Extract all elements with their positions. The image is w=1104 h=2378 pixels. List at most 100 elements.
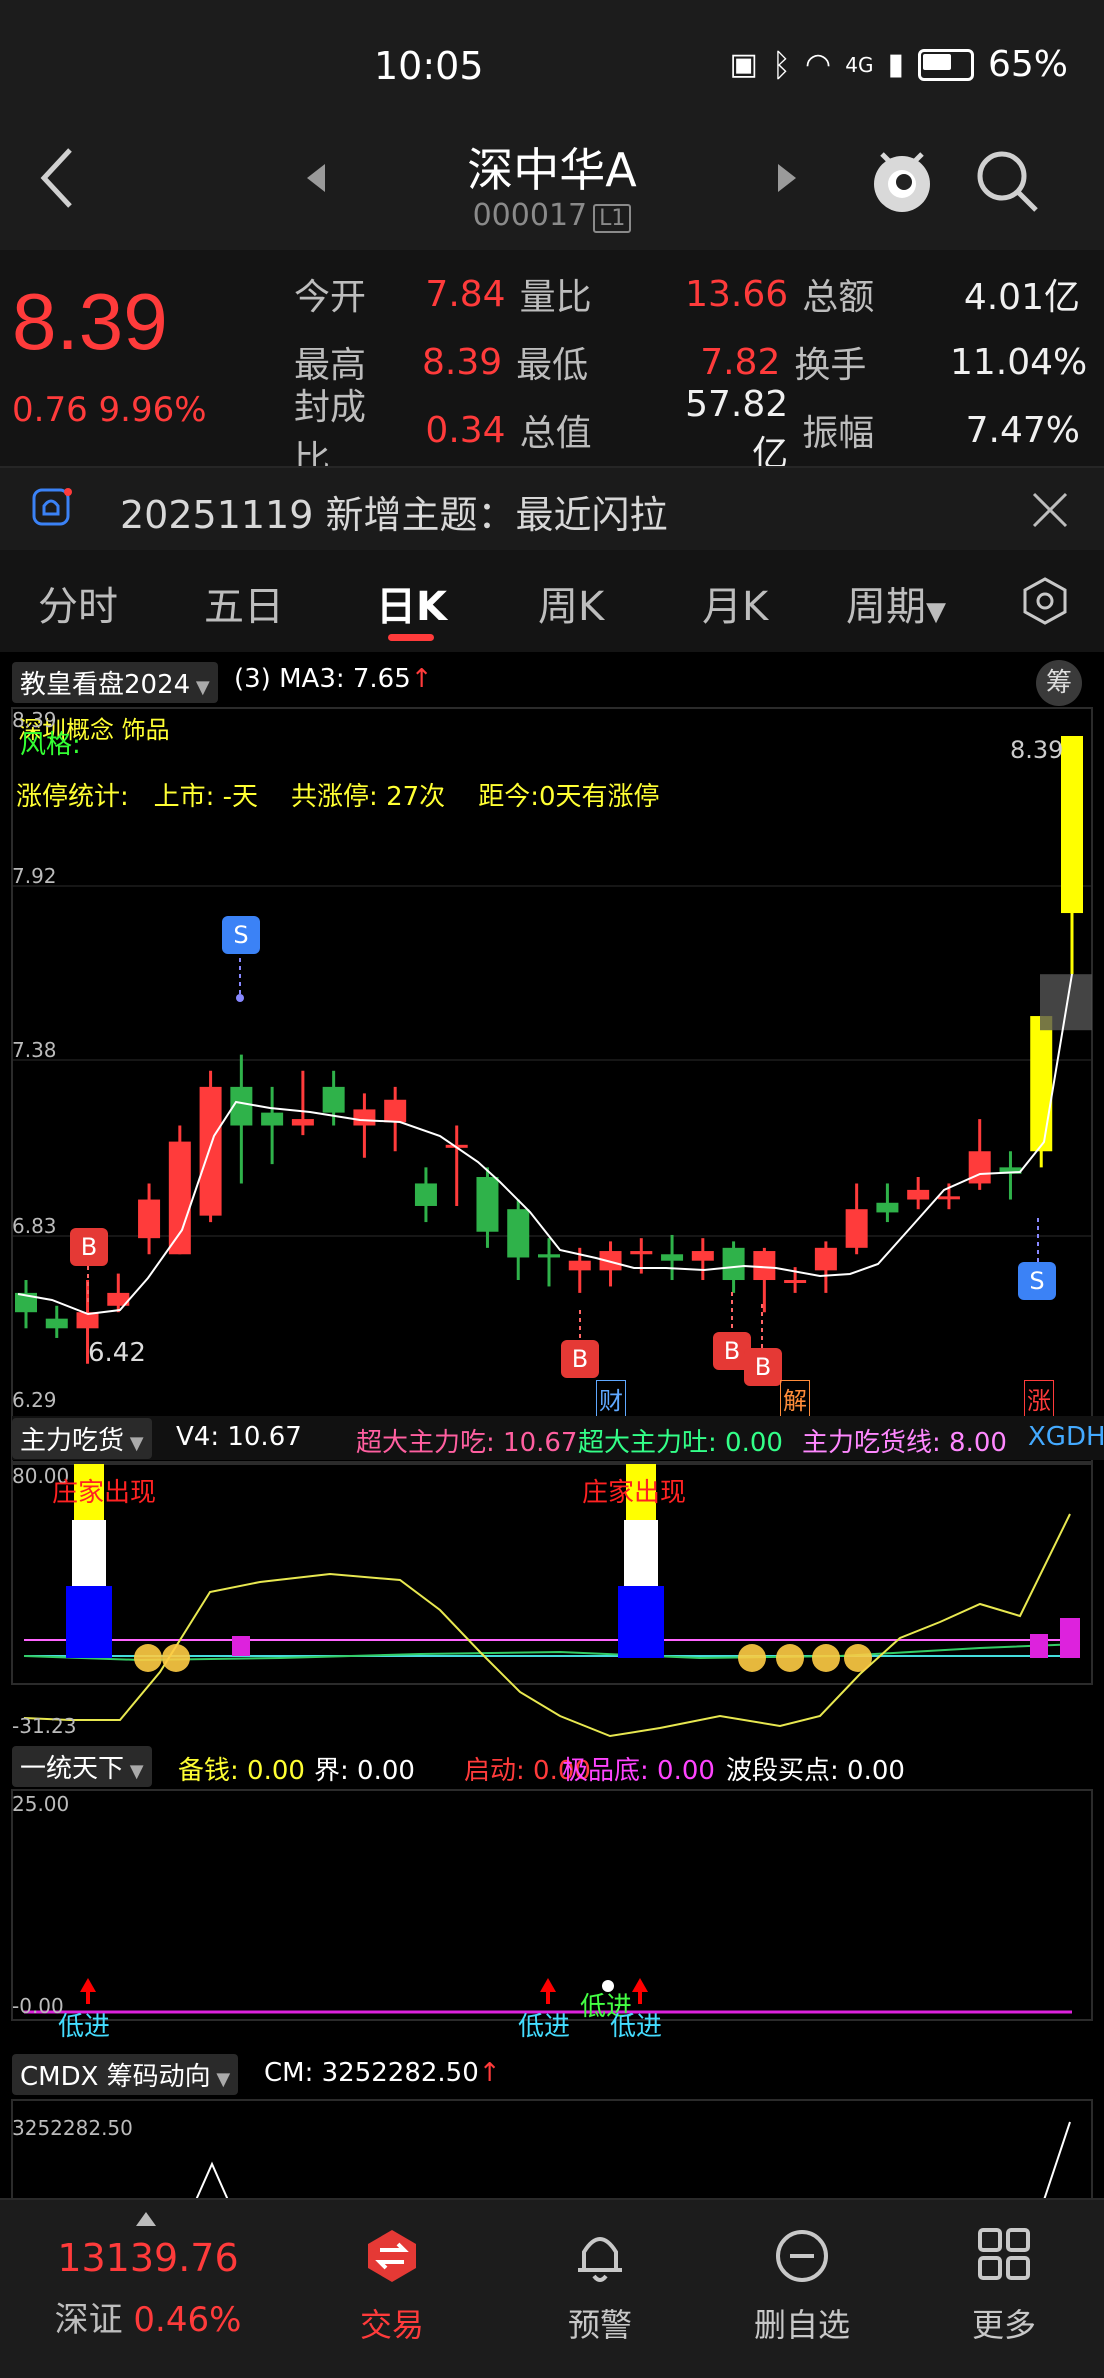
chevron-down-icon: ▼ (210, 2069, 231, 2090)
limit-stats-since: 距今:0天有涨停 (478, 782, 660, 812)
candle-body (291, 1119, 314, 1126)
chevron-up-icon (136, 2212, 156, 2226)
panel4-indicator-label: CMDX 筹码动向 (20, 2062, 211, 2092)
bell-icon (578, 2237, 622, 2282)
remove-watchlist-button[interactable]: 删自选 (722, 2200, 882, 2378)
index-line: 深证 0.46% (0, 2292, 296, 2341)
candle-body (138, 1199, 161, 1239)
notice-bar[interactable]: 20251119 新增主题：最近闪拉 (0, 466, 1104, 552)
alert-label: 预警 (567, 2306, 632, 2344)
alert-button[interactable]: 预警 (520, 2200, 680, 2378)
xgdh-readout: XGDH (1028, 1422, 1104, 1452)
quote-label: 最低 (516, 345, 589, 386)
tab-weekly-k[interactable]: 周K (538, 574, 604, 632)
sell-marker: S (1018, 1262, 1056, 1300)
settings-hexagon-icon[interactable] (1020, 576, 1070, 626)
limit-stats-count: 共涨停: 27次 (291, 782, 446, 812)
network-label: 4G (845, 52, 874, 77)
quote-label: 今开 (294, 277, 367, 318)
search-icon[interactable] (976, 150, 1040, 214)
big-buy-readout: 超大主力吃: 10.67 (356, 1428, 578, 1458)
price-change: 0.76 9.96% (12, 390, 207, 430)
mascot-icon[interactable] (868, 140, 936, 216)
buy-marker: B (744, 1348, 782, 1386)
main-indicator-select[interactable]: 教皇看盘2024 ▼ (12, 662, 218, 703)
panel2-header: 主力吃货 ▼ V4: 10.67 超大主力吃: 10.67 超大主力吐: 0.0… (12, 1416, 1104, 1460)
panel3-header: 一统天下 ▼ 备钱: 0.00 界: 0.00 启动: 0.00 极品底: 0.… (12, 1744, 1104, 1788)
main-indicator-label: 教皇看盘2024 (20, 670, 191, 700)
change-percent: 9.96% (98, 390, 207, 430)
stock-code: 000017 L1 (0, 198, 1104, 233)
chevron-down-icon: ▼ (124, 1433, 144, 1454)
tab-five-day[interactable]: 五日 (204, 574, 284, 632)
candle-body (876, 1202, 899, 1213)
limit-stats-label: 涨停统计: (16, 782, 129, 812)
index-widget[interactable]: 13139.76 深证 0.46% (0, 2200, 296, 2378)
dealer-signal: 庄家出现 (52, 1478, 157, 1508)
close-icon[interactable] (1030, 490, 1070, 530)
wave-buy-readout: 波段买点: 0.00 (726, 1756, 905, 1786)
stock-name: 深中华A (467, 143, 637, 197)
quote-grid: 今开 7.84 量比 13.66 总额 4.01亿 最高 8.39 最低 7.82 换手 11.04%… (294, 260, 1094, 481)
candle-body (1061, 736, 1083, 914)
status-time: 10:05 (374, 44, 484, 88)
panel4-indicator-select[interactable]: CMDX 筹码动向 ▼ (12, 2054, 239, 2095)
wifi-icon: ◠ (805, 47, 832, 82)
index-name: 深证 (54, 2300, 123, 2340)
candle-body (937, 1196, 960, 1200)
low-entry-signal: 低进 (518, 2012, 571, 2042)
panel2-indicator-label: 主力吃货 (20, 1426, 125, 1456)
ma3-text: (3) MA3: 7.65 (234, 664, 411, 694)
candle-body (414, 1183, 437, 1206)
limit-stats-listing: 上市: -天 (153, 782, 258, 812)
tab-active-indicator (388, 634, 434, 641)
tab-period-label: 周期 (846, 584, 926, 630)
tab-period[interactable]: 周期▼ (846, 574, 946, 632)
period-tabs: 分时 五日 日K 周K 月K 周期▼ (0, 550, 1104, 652)
quote-value: 7.84 (425, 273, 506, 315)
buy-marker: B (561, 1340, 599, 1378)
quote-value: 0.34 (425, 409, 506, 451)
more-button[interactable]: 更多 (924, 2200, 1084, 2378)
bluetooth-icon: ᛒ (771, 45, 792, 84)
candle-body (261, 1112, 284, 1126)
price-cursor-box (1040, 974, 1092, 1031)
quote-value: 7.47% (965, 409, 1080, 451)
panel2-indicator-select[interactable]: 主力吃货 ▼ (12, 1418, 152, 1459)
quote-panel: 8.39 0.76 9.96% 今开 7.84 量比 13.66 总额 4.01亿 最高 8.… (0, 250, 1104, 481)
candle-body (691, 1251, 714, 1261)
tab-intraday[interactable]: 分时 (38, 574, 118, 632)
panel3-indicator-label: 一统天下 (20, 1754, 125, 1784)
quote-label: 总额 (802, 277, 875, 318)
remove-watchlist-label: 删自选 (753, 2306, 850, 2344)
next-stock-icon[interactable] (776, 162, 798, 194)
battery-icon (917, 48, 974, 81)
chip-badge-button[interactable]: 筹 (1036, 660, 1082, 706)
tab-monthly-k[interactable]: 月K (702, 574, 768, 632)
y-axis-3: 7.38 (12, 1038, 57, 1062)
tab-daily-k[interactable]: 日K (376, 574, 447, 632)
trade-button[interactable]: 交易 (312, 2200, 472, 2378)
candle-body (476, 1177, 499, 1232)
quote-value: 8.39 (421, 341, 503, 383)
status-icons: ▣ ᛒ ◠ 4G ▮ 65% (729, 44, 1068, 85)
accumulation-line-readout: 主力吃货线: 8.00 (802, 1428, 1007, 1458)
candle-body (384, 1099, 407, 1123)
chevron-down-icon: ▼ (124, 1761, 144, 1782)
notice-bell-icon (32, 488, 72, 526)
cm-readout: CM: 3252282.50↑ (264, 2058, 501, 2088)
panel3-ymin: -0.00 (12, 1994, 64, 2018)
candle-body (168, 1141, 191, 1255)
bottom-readout: 极品底: 0.00 (562, 1756, 715, 1786)
quote-label: 量比 (519, 277, 592, 318)
quote-value: 13.66 (685, 273, 789, 315)
ma3-arrow: ↑ (410, 664, 433, 694)
boundary-readout: 界: 0.00 (314, 1756, 415, 1786)
cm-text: CM: 3252282.50 (264, 2058, 479, 2088)
panel3-indicator-select[interactable]: 一统天下 ▼ (12, 1746, 152, 1787)
y-axis-2: 7.92 (12, 864, 57, 888)
low-price-label: 6.42 (88, 1338, 146, 1368)
cm-arrow: ↑ (478, 2058, 501, 2088)
minus-circle-icon (776, 2230, 828, 2282)
change-value: 0.76 (12, 390, 88, 430)
